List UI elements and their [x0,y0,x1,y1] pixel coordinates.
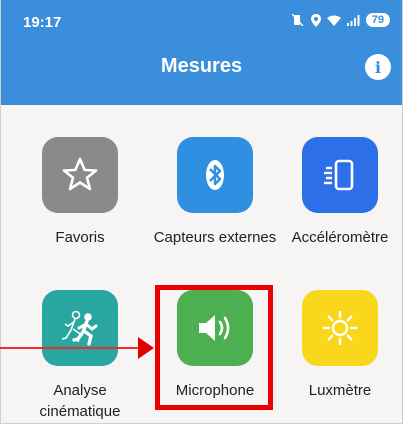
tile-capteurs-bg [177,137,253,213]
tile-luxmetre-bg [302,290,378,366]
tile-luxmetre[interactable]: Luxmètre [275,290,402,401]
tile-analyse-bg [42,290,118,366]
tile-accelerometre-bg [302,137,378,213]
bluetooth-icon [206,160,224,190]
highlight-box [155,285,273,410]
tile-label: Luxmètre [308,382,372,399]
tile-favoris-bg [42,137,118,213]
app-header: 19:17 79 Mesures i [1,0,402,105]
tile-favoris[interactable]: Favoris [15,137,145,248]
page-title: Mesures [160,55,243,77]
status-time: 19:17 [23,14,62,31]
signal-icon [346,14,360,26]
pointer-arrow-line [0,347,142,349]
phone-vibrate-icon [324,159,354,191]
tile-label: Accéléromètre [291,229,389,246]
status-icons: 79 [291,13,390,27]
mute-vibrate-icon [291,14,304,26]
runners-icon [61,310,98,346]
tile-label: Capteurs externes [153,229,277,246]
tile-analyse-cinematique[interactable]: Analyse cinématique [15,290,145,422]
info-button[interactable]: i [365,54,391,80]
tile-accelerometre[interactable]: Accéléromètre [275,137,402,248]
wifi-icon [326,15,341,26]
location-icon [310,13,321,27]
sun-icon [322,310,358,346]
tile-label: Analyse cinématique [39,382,121,420]
tile-capteurs-externes[interactable]: Capteurs externes [150,137,280,248]
star-icon [62,157,98,191]
pointer-arrow-head [138,337,154,359]
battery-badge: 79 [365,13,390,27]
tile-label: Favoris [55,229,105,246]
